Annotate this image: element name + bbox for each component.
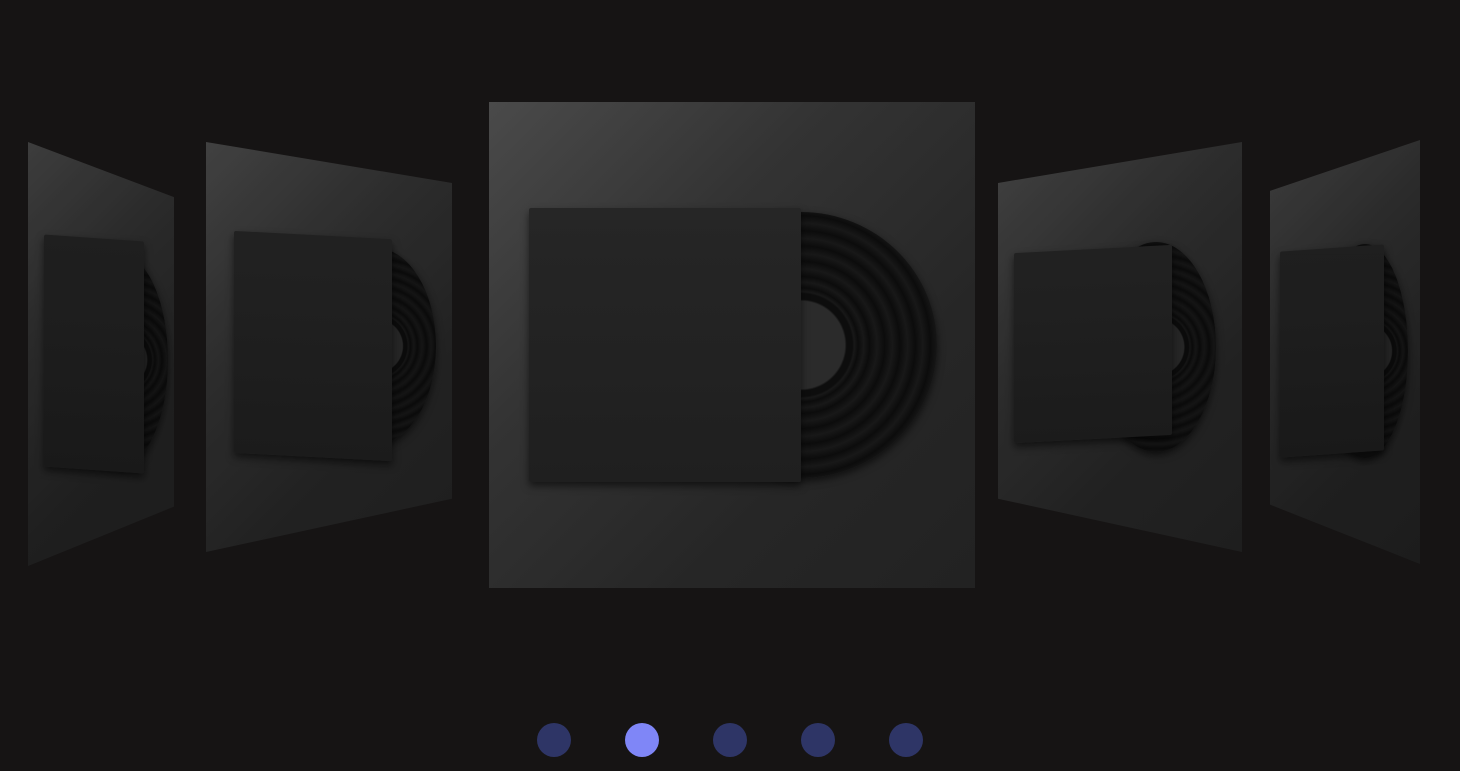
pagination-dot-2[interactable] [625,723,659,757]
pagination-dot-1[interactable] [537,723,571,757]
album-sleeve [1014,244,1172,444]
album-sleeve [44,234,144,474]
pagination-dots [537,723,923,757]
slide-card-left[interactable] [206,142,452,552]
pagination-dot-5[interactable] [889,723,923,757]
slide-card-far-left[interactable] [28,142,174,566]
album-sleeve [234,230,392,462]
pagination-dot-4[interactable] [801,723,835,757]
album-sleeve [1280,244,1384,458]
slide-card-far-right[interactable] [1270,140,1420,564]
pagination-dot-3[interactable] [713,723,747,757]
album-sleeve [529,208,801,482]
slide-card-right[interactable] [998,142,1242,552]
carousel-stage [0,0,1460,771]
slide-card-active[interactable] [489,102,975,588]
